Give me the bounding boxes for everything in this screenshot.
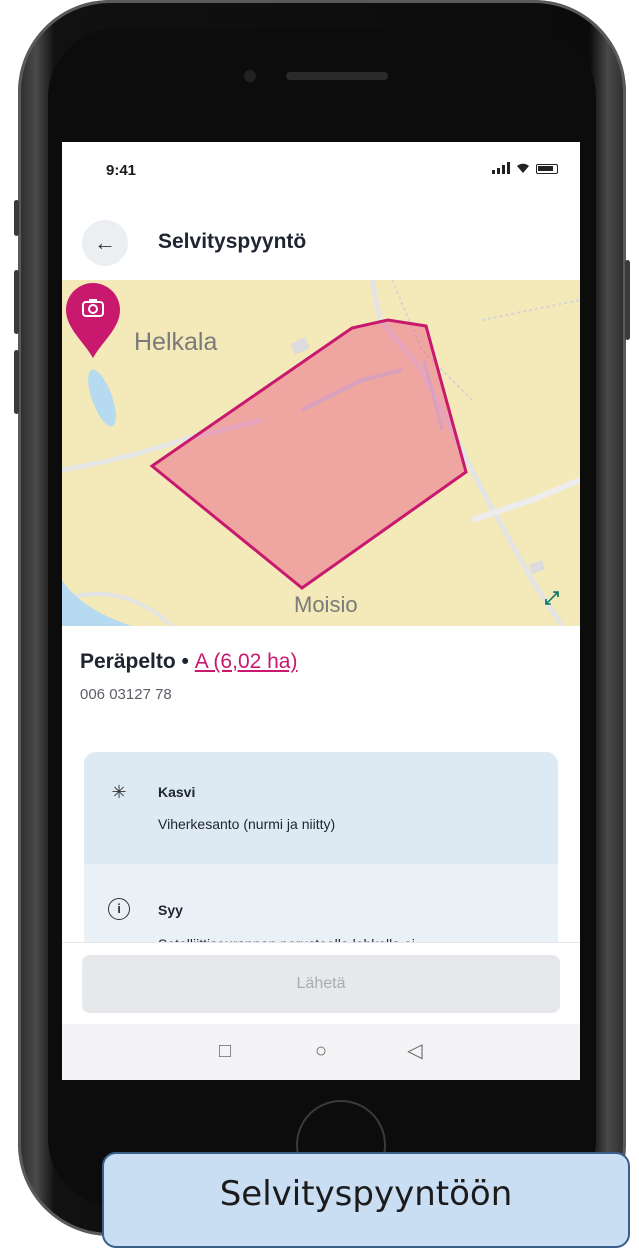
app-screen: 9:41 ← Selvityspyyntö Helkala Moisio ⤢ P… (62, 142, 580, 1080)
info-icon: i (108, 898, 130, 920)
power-button (625, 260, 630, 340)
crop-icon: ✳ (111, 782, 127, 802)
map-label-south: Moisio (294, 592, 358, 617)
mute-switch (14, 200, 19, 236)
earpiece-speaker (286, 72, 388, 80)
caption-text: Selvityspyyntöön (219, 1174, 513, 1214)
map-label-north: Helkala (134, 328, 218, 356)
footer-bar: Lähetä (62, 942, 580, 1025)
parcel-name: Peräpelto (80, 650, 176, 673)
battery-icon (536, 164, 558, 174)
volume-up-button (14, 270, 19, 334)
back-button[interactable]: ← (82, 220, 128, 266)
send-button[interactable]: Lähetä (82, 955, 560, 1013)
parcel-area-link[interactable]: A (6,02 ha) (195, 650, 298, 673)
camera-pin-icon[interactable] (62, 280, 124, 360)
back-triangle-icon[interactable]: ◁ (402, 1038, 428, 1064)
parcel-title: Peräpelto • A (6,02 ha) (80, 650, 297, 674)
crop-label: Kasvi (158, 784, 196, 800)
front-camera (244, 70, 256, 82)
crop-section (84, 752, 558, 864)
page-title: Selvityspyyntö (158, 230, 307, 253)
parcel-separator: • (181, 650, 189, 673)
details-card: ✳ Kasvi Viherkesanto (nurmi ja niitty) i… (84, 752, 558, 966)
signal-icon (492, 162, 510, 174)
parcel-map[interactable]: Helkala Moisio ⤢ (62, 280, 580, 626)
volume-down-button (14, 350, 19, 414)
wifi-icon (517, 163, 529, 173)
reason-label: Syy (158, 902, 183, 918)
status-time: 9:41 (106, 162, 137, 179)
arrow-left-icon: ← (94, 230, 116, 255)
fullscreen-icon[interactable]: ⤢ (540, 586, 564, 610)
parcel-id: 006 03127 78 (80, 686, 172, 703)
home-circle-icon[interactable]: ○ (308, 1038, 334, 1064)
status-icons (492, 162, 558, 174)
android-nav-bar: □ ○ ◁ (62, 1024, 580, 1080)
status-bar: 9:41 (62, 142, 580, 198)
app-header: ← Selvityspyyntö (62, 198, 580, 278)
caption-box: Selvityspyyntöön (102, 1152, 630, 1248)
crop-value: Viherkesanto (nurmi ja niitty) (158, 816, 336, 832)
recents-square-icon[interactable]: □ (212, 1038, 238, 1064)
